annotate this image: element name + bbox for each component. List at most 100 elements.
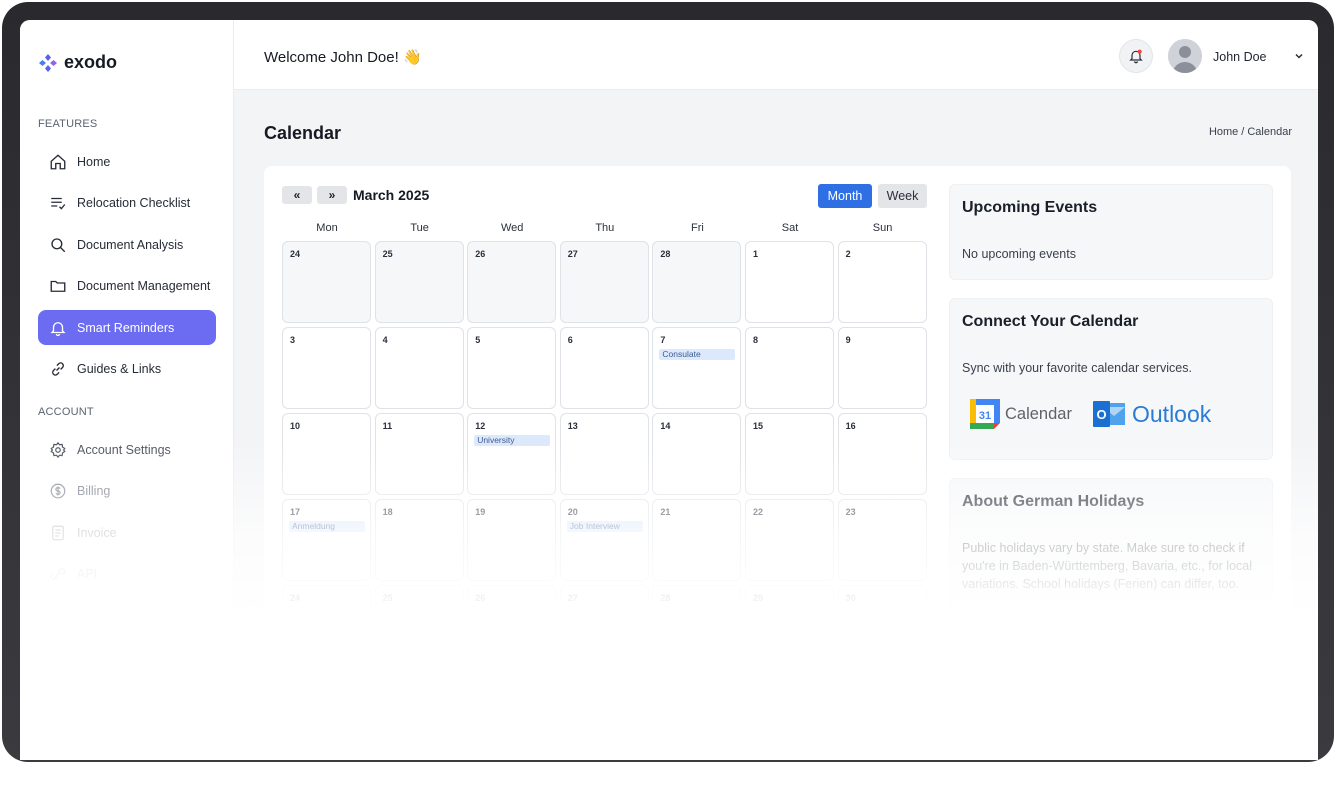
day-cell[interactable]: 10: [282, 413, 371, 495]
week-view-button[interactable]: Week: [878, 184, 927, 208]
folder-icon: [50, 280, 66, 292]
weekday-header: Mon Tue Wed Thu Fri Sat Sun: [282, 222, 927, 236]
calendar-event[interactable]: Consulate: [659, 349, 736, 360]
sidebar-item-document-management[interactable]: Document Management: [38, 268, 216, 303]
day-number: 26: [475, 593, 486, 603]
day-cell[interactable]: 7 Consulate: [652, 327, 742, 409]
account-section-title: ACCOUNT: [38, 406, 94, 418]
day-cell[interactable]: 6: [559, 327, 649, 409]
day-number: 30: [845, 593, 856, 603]
weekday-label: Mon: [316, 222, 338, 234]
welcome-message: Welcome John Doe! 👋: [264, 49, 422, 66]
day-number: 5: [475, 335, 481, 345]
sidebar-item-api[interactable]: API: [38, 556, 216, 591]
day-cell[interactable]: 27: [559, 585, 649, 667]
day-cell[interactable]: 5: [467, 327, 557, 409]
next-month-button[interactable]: »: [317, 186, 347, 204]
day-number: 3: [290, 335, 296, 345]
day-cell[interactable]: 24: [282, 241, 371, 323]
weekday-label: Wed: [500, 222, 524, 234]
day-cell[interactable]: 22: [745, 499, 834, 581]
google-calendar-badge: 31: [979, 410, 991, 422]
sidebar-item-label: Guides & Links: [77, 361, 162, 376]
day-cell[interactable]: 12 University: [467, 413, 557, 495]
brand-logo[interactable]: exodo: [38, 52, 117, 73]
google-calendar-button[interactable]: 31 Calendar: [970, 399, 1072, 429]
app-screen: exodo FEATURES Home Relocation Checklist…: [20, 20, 1318, 760]
link-icon: [52, 361, 64, 376]
day-cell[interactable]: 18: [374, 499, 464, 581]
day-cell[interactable]: 23: [837, 499, 927, 581]
day-cell[interactable]: 19: [467, 499, 557, 581]
day-cell[interactable]: 26: [467, 585, 557, 667]
day-number: 13: [567, 421, 578, 431]
month-view-button[interactable]: Month: [818, 184, 872, 208]
day-number: 22: [753, 507, 764, 517]
day-cell[interactable]: 8: [745, 327, 834, 409]
day-cell[interactable]: 28: [652, 585, 742, 667]
day-cell[interactable]: 24: [282, 585, 371, 667]
day-cell[interactable]: 21: [652, 499, 742, 581]
connect-calendar-text: Sync with your favorite calendar service…: [962, 361, 1192, 375]
sidebar-item-invoice[interactable]: Invoice: [38, 515, 216, 550]
weekday-label: Tue: [410, 222, 429, 234]
breadcrumb-home-link[interactable]: Home: [1209, 126, 1238, 138]
sidebar-item-home[interactable]: Home: [38, 144, 216, 179]
sidebar-item-label: Billing: [77, 483, 111, 498]
outlook-label: Outlook: [1132, 400, 1212, 427]
calendar-toolbar: « » March 2025 Month Week: [282, 184, 927, 208]
home-icon: [50, 153, 66, 169]
day-cell[interactable]: 2: [837, 241, 927, 323]
sidebar-item-label: Document Management: [77, 278, 211, 293]
calendar-event[interactable]: Anmeldung: [289, 521, 365, 532]
weekday-label: Sat: [781, 222, 799, 234]
google-calendar-icon: 31: [970, 399, 1000, 429]
google-calendar-label: Calendar: [1005, 404, 1072, 423]
day-cell[interactable]: 16: [837, 413, 927, 495]
device-frame: exodo FEATURES Home Relocation Checklist…: [2, 2, 1334, 762]
day-number: 16: [845, 421, 856, 431]
day-number: 24: [290, 593, 301, 603]
day-cell[interactable]: 17 Anmeldung: [282, 499, 371, 581]
logo-icon: [39, 53, 57, 72]
sidebar-item-guides-links[interactable]: Guides & Links: [38, 351, 216, 386]
calendar-event[interactable]: University: [474, 435, 551, 446]
day-cell[interactable]: 20 Job Interview: [559, 499, 649, 581]
day-number: 28: [660, 593, 671, 603]
day-number: 17: [290, 507, 301, 517]
day-cell[interactable]: 14: [652, 413, 742, 495]
user-name[interactable]: John Doe: [1213, 50, 1267, 64]
day-cell[interactable]: 30: [837, 585, 927, 667]
day-number: 21: [660, 507, 671, 517]
day-cell[interactable]: 3: [282, 327, 371, 409]
sidebar-item-smart-reminders[interactable]: Smart Reminders: [38, 310, 216, 345]
chevron-down-icon[interactable]: [1293, 50, 1305, 62]
notification-button[interactable]: [1119, 39, 1153, 73]
day-cell[interactable]: 29: [745, 585, 834, 667]
day-cell[interactable]: 13: [559, 413, 649, 495]
outlook-button[interactable]: O Outlook: [1093, 399, 1211, 429]
day-number: 11: [382, 421, 393, 431]
day-cell[interactable]: 1: [745, 241, 834, 323]
sidebar-item-relocation-checklist[interactable]: Relocation Checklist: [38, 185, 216, 220]
day-cell[interactable]: 4: [374, 327, 464, 409]
day-cell[interactable]: 11: [374, 413, 464, 495]
sidebar-item-account-settings[interactable]: Account Settings: [38, 432, 216, 467]
avatar[interactable]: [1168, 39, 1202, 73]
sidebar-item-label: Smart Reminders: [77, 320, 175, 335]
day-cell[interactable]: 27: [559, 241, 649, 323]
sidebar-item-label: Invoice: [77, 525, 117, 540]
breadcrumb-separator: /: [1241, 126, 1245, 138]
calendar-event[interactable]: Job Interview: [566, 521, 643, 532]
day-cell[interactable]: 25: [374, 585, 464, 667]
day-cell[interactable]: 25: [374, 241, 464, 323]
day-cell[interactable]: 9: [837, 327, 927, 409]
brand-name: exodo: [64, 52, 118, 72]
sidebar-item-document-analysis[interactable]: Document Analysis: [38, 227, 216, 262]
day-cell[interactable]: 28: [652, 241, 742, 323]
day-cell[interactable]: 15: [745, 413, 834, 495]
sidebar-item-billing[interactable]: Billing: [38, 473, 216, 508]
sidebar-item-label: API: [77, 566, 98, 581]
prev-month-button[interactable]: «: [282, 186, 312, 204]
day-cell[interactable]: 26: [467, 241, 557, 323]
